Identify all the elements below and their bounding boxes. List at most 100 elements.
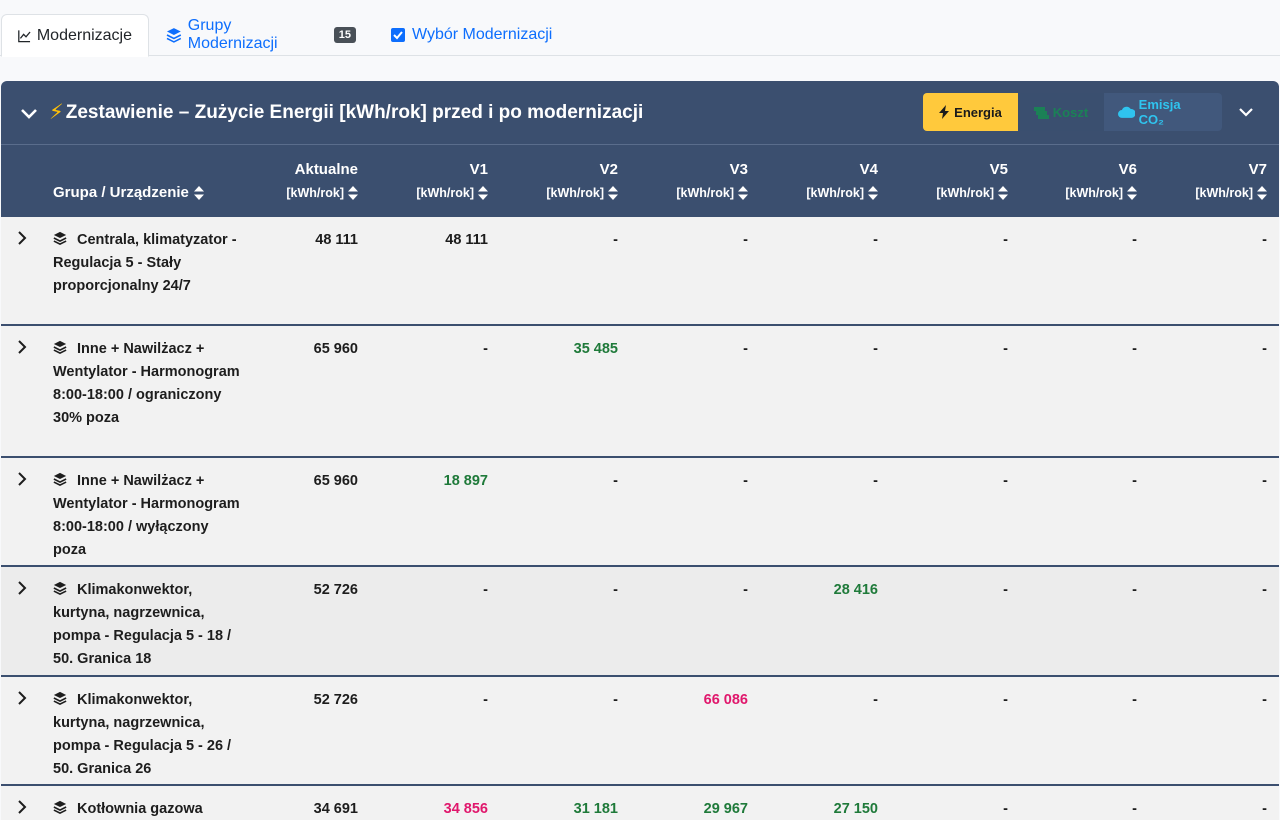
table-cell: 35 485 — [573, 341, 618, 357]
sort-icon[interactable] — [738, 186, 748, 200]
table-cell: - — [483, 582, 488, 598]
table-cell: 29 967 — [703, 801, 748, 817]
column-label: V3 — [729, 161, 748, 178]
column-unit: [kWh/rok] — [1157, 186, 1267, 200]
table-cell: - — [1003, 801, 1008, 817]
table-cell: - — [873, 692, 878, 708]
column-header-grupa[interactable]: Grupa / Urządzenie — [53, 184, 204, 201]
tab-modernizacje[interactable]: Modernizacje — [1, 14, 149, 57]
checkbox-icon — [391, 28, 405, 42]
column-label: V5 — [989, 161, 1008, 178]
column-label: V6 — [1118, 161, 1137, 178]
tab-wybor-modernizacji[interactable]: Wybór Modernizacji — [374, 14, 570, 56]
table-cell: - — [1003, 582, 1008, 598]
column-unit: [kWh/rok] — [768, 186, 878, 200]
chevron-right-icon[interactable] — [15, 231, 29, 245]
table-cell: - — [743, 341, 748, 357]
table-cell: - — [1132, 582, 1137, 598]
column-unit: [kWh/rok] — [508, 186, 618, 200]
table-cell: 52 726 — [313, 582, 358, 598]
table-cell: - — [743, 582, 748, 598]
money-icon — [1033, 106, 1049, 119]
column-label: V1 — [469, 161, 488, 178]
sort-icon[interactable] — [1127, 186, 1137, 200]
table-cell: - — [873, 473, 878, 489]
table-row[interactable]: Inne + Nawilżacz + Wentylator - Harmonog… — [1, 458, 1279, 567]
layers-icon — [53, 691, 67, 705]
table-cell: 65 960 — [313, 473, 358, 489]
chart-line-icon — [18, 29, 31, 42]
row-label: Kotłownia gazowa — [53, 798, 243, 820]
table-cell: - — [1262, 801, 1267, 817]
emisja-co2-button[interactable]: Emisja CO₂ — [1104, 93, 1222, 131]
table-cell: - — [1003, 473, 1008, 489]
chevron-right-icon[interactable] — [15, 691, 29, 705]
chevron-right-icon[interactable] — [15, 581, 29, 595]
page-title: Zestawienie – Zużycie Energii [kWh/rok] … — [65, 101, 644, 123]
column-header-v7[interactable]: V7 [kWh/rok] — [1157, 161, 1267, 200]
sort-icon[interactable] — [868, 186, 878, 200]
table-cell: - — [1262, 582, 1267, 598]
table-cell: - — [613, 582, 618, 598]
table-cell: - — [1132, 473, 1137, 489]
metric-toggle: Energia Koszt Emisja CO₂ — [923, 93, 1222, 131]
koszt-button[interactable]: Koszt — [1018, 93, 1104, 131]
table-cell: 28 416 — [833, 582, 878, 598]
row-label: Centrala, klimatyzator - Regulacja 5 - S… — [53, 231, 237, 294]
table-cell: 34 691 — [313, 801, 358, 817]
table-cell: 65 960 — [313, 341, 358, 357]
table-cell: - — [483, 692, 488, 708]
sort-icon[interactable] — [1257, 186, 1267, 200]
cloud-icon — [1118, 106, 1135, 118]
column-unit: [kWh/rok] — [248, 186, 358, 200]
emisja-co2-label: Emisja CO₂ — [1138, 97, 1181, 127]
table-cell: - — [1132, 232, 1137, 248]
sort-icon[interactable] — [348, 186, 358, 200]
column-header-aktualne[interactable]: Aktualne [kWh/rok] — [248, 161, 358, 200]
table-row[interactable]: Klimakonwektor, kurtyna, nagrzewnica, po… — [1, 677, 1279, 786]
column-header-v6[interactable]: V6 [kWh/rok] — [1027, 161, 1137, 200]
energia-button[interactable]: Energia — [923, 93, 1018, 131]
table-cell: - — [1132, 801, 1137, 817]
column-label: Aktualne — [294, 161, 358, 178]
row-label: Inne + Nawilżacz + Wentylator - Harmonog… — [53, 340, 240, 426]
column-header-v4[interactable]: V4 [kWh/rok] — [768, 161, 878, 200]
table-header: Grupa / Urządzenie Aktualne [kWh/rok] V1 [kW… — [1, 144, 1279, 217]
sort-icon[interactable] — [478, 186, 488, 200]
sort-icon[interactable] — [193, 185, 204, 200]
layers-icon — [53, 340, 67, 354]
table-cell: 34 856 — [443, 801, 488, 817]
tab-bar: Modernizacje Grupy Modernizacji 15 Wybór… — [0, 0, 1280, 57]
column-header-v1[interactable]: V1 [kWh/rok] — [378, 161, 488, 200]
table-cell: - — [743, 232, 748, 248]
column-label: V2 — [599, 161, 618, 178]
chevron-right-icon[interactable] — [15, 472, 29, 486]
lightning-icon: ⚡ — [49, 101, 64, 124]
tab-label: Grupy Modernizacji — [187, 17, 278, 52]
sort-icon[interactable] — [998, 186, 1008, 200]
chevron-down-icon[interactable] — [19, 103, 39, 123]
table-row[interactable]: Inne + Nawilżacz + Wentylator - Harmonog… — [1, 326, 1279, 458]
column-header-v5[interactable]: V5 [kWh/rok] — [898, 161, 1008, 200]
card-title: ⚡ Zestawienie – Zużycie Energii [kWh/rok… — [19, 81, 643, 144]
table-cell: - — [483, 341, 488, 357]
row-label: Klimakonwektor, kurtyna, nagrzewnica, po… — [53, 691, 232, 777]
table-row[interactable]: Kotłownia gazowa 34 691 34 856 31 181 29 967… — [1, 786, 1279, 820]
table-cell: - — [1132, 341, 1137, 357]
table-row[interactable]: Centrala, klimatyzator - Regulacja 5 - S… — [1, 217, 1279, 326]
column-unit: [kWh/rok] — [638, 186, 748, 200]
tab-label: Modernizacje — [36, 26, 132, 44]
chevron-right-icon[interactable] — [15, 340, 29, 354]
table-cell: 18 897 — [443, 473, 488, 489]
sort-icon[interactable] — [608, 186, 618, 200]
row-label: Inne + Nawilżacz + Wentylator - Harmonog… — [53, 472, 240, 558]
table-row[interactable]: Klimakonwektor, kurtyna, nagrzewnica, po… — [1, 567, 1279, 677]
chevron-down-icon[interactable] — [1237, 103, 1255, 121]
table-cell: - — [743, 473, 748, 489]
chevron-right-icon[interactable] — [15, 800, 29, 814]
column-header-v3[interactable]: V3 [kWh/rok] — [638, 161, 748, 200]
tab-grupy-modernizacji[interactable]: Grupy Modernizacji 15 — [150, 14, 372, 56]
table-cell: - — [1262, 341, 1267, 357]
column-header-v2[interactable]: V2 [kWh/rok] — [508, 161, 618, 200]
layers-icon — [53, 231, 67, 245]
